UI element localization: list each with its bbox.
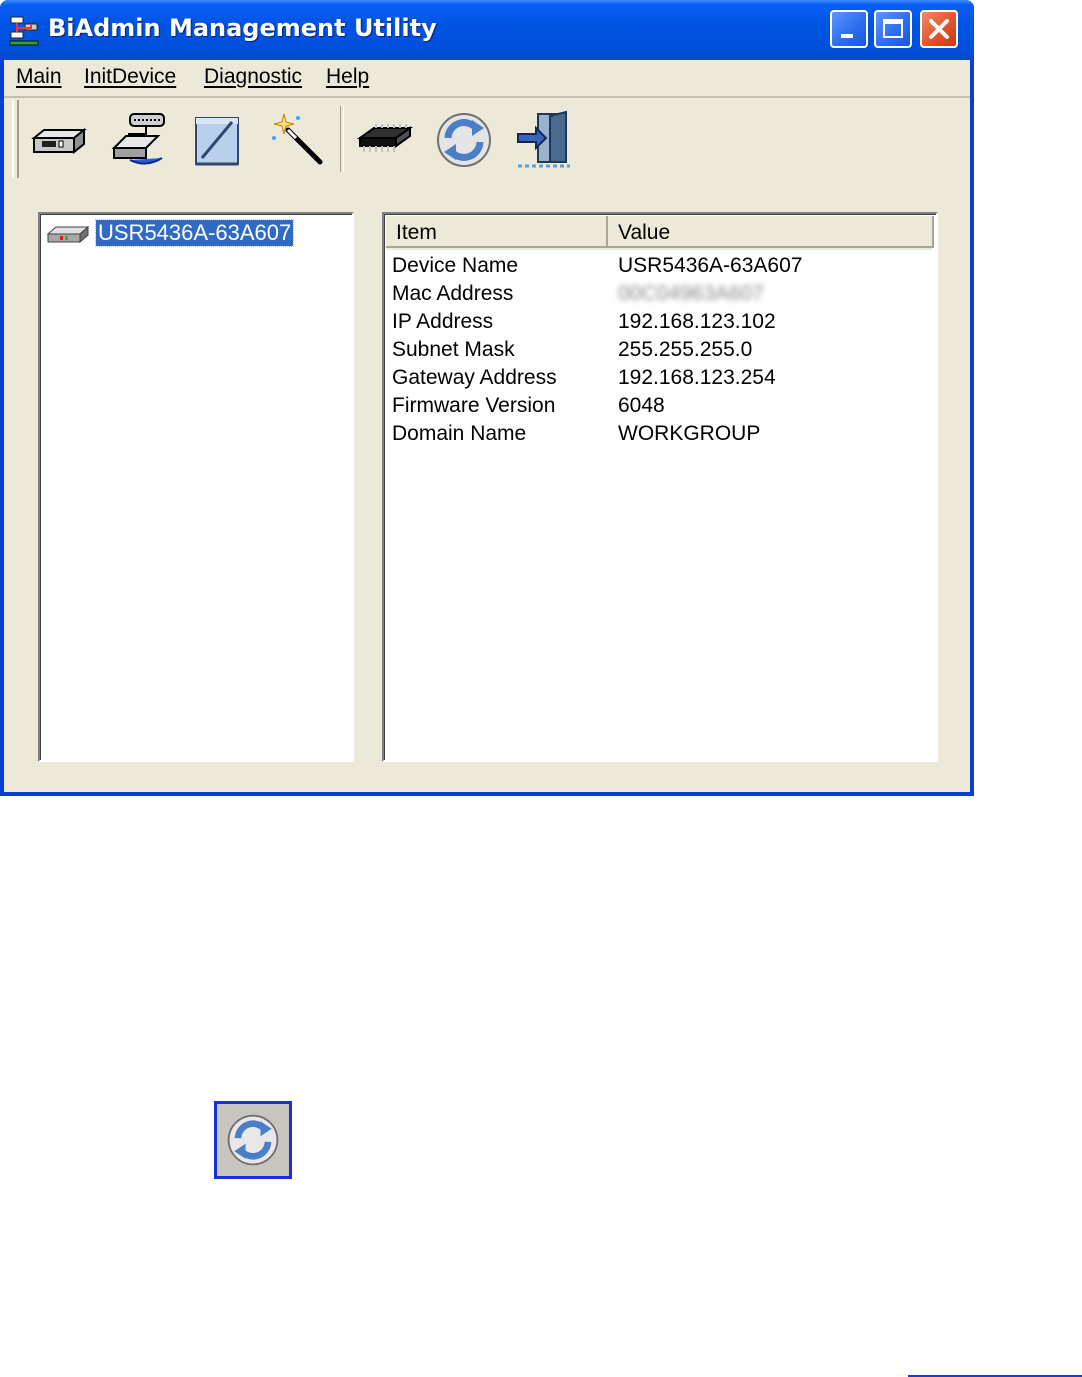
network-device-icon [111, 113, 165, 165]
menu-help[interactable]: Help [326, 65, 369, 89]
toolbar-firmware-button[interactable] [352, 108, 416, 172]
toolbar-wizard-button[interactable] [266, 108, 330, 172]
device-box-icon [31, 127, 87, 155]
row-item: Subnet Mask [392, 338, 515, 361]
toolbar-grip[interactable] [12, 100, 19, 178]
close-button[interactable] [920, 10, 958, 48]
network-app-icon [9, 16, 39, 46]
toolbar-refresh-button[interactable] [432, 108, 496, 172]
list-row-mac-address[interactable]: Mac Address 00C04963A607 [392, 280, 932, 308]
row-value: USR5436A-63A607 [618, 254, 803, 277]
device-details-list: Item Value Device Name USR5436A-63A607 M… [382, 212, 938, 762]
toolbar-network-device-button[interactable] [106, 108, 170, 172]
edit-pad-icon [195, 117, 239, 166]
list-rows: Device Name USR5436A-63A607 Mac Address … [392, 252, 932, 448]
toolbar-edit-button[interactable] [186, 108, 250, 172]
toolbar-device-button[interactable] [26, 108, 90, 172]
row-item: Domain Name [392, 422, 527, 445]
window-title: BiAdmin Management Utility [48, 14, 437, 42]
list-header: Item Value [386, 216, 934, 250]
row-value: 6048 [618, 394, 665, 417]
menu-initdevice[interactable]: InitDevice [84, 65, 176, 89]
list-row-ip-address[interactable]: IP Address 192.168.123.102 [392, 308, 932, 336]
row-value: 255.255.255.0 [618, 338, 753, 361]
magic-wand-icon [272, 113, 323, 165]
toolbar-separator [340, 106, 344, 172]
row-item: IP Address [392, 310, 494, 333]
minimize-icon [841, 34, 853, 38]
refresh-button-highlighted[interactable] [214, 1101, 292, 1179]
column-header-item[interactable]: Item [386, 216, 608, 248]
toolbar [12, 100, 962, 180]
exit-door-icon [517, 110, 570, 168]
maximize-button[interactable] [874, 10, 912, 48]
row-value: 192.168.123.102 [618, 310, 776, 333]
minimize-button[interactable] [830, 10, 868, 48]
row-item: Gateway Address [392, 366, 557, 389]
list-row-domain-name[interactable]: Domain Name WORKGROUP [392, 420, 932, 448]
row-item: Firmware Version [392, 394, 556, 417]
title-bar[interactable]: BiAdmin Management Utility [0, 0, 974, 60]
app-window: BiAdmin Management Utility Main InitDevi… [0, 0, 974, 796]
row-value-redacted: 00C04963A607 [618, 282, 764, 305]
device-icon [46, 225, 90, 244]
row-value: 192.168.123.254 [618, 366, 776, 389]
list-row-gateway-address[interactable]: Gateway Address 192.168.123.254 [392, 364, 932, 392]
tree-device-label: USR5436A-63A607 [94, 219, 295, 247]
close-icon [929, 19, 949, 39]
row-value: WORKGROUP [618, 422, 761, 445]
refresh-icon [437, 113, 491, 167]
memory-chip-icon [356, 124, 414, 152]
refresh-icon [227, 1114, 279, 1166]
list-row-subnet-mask[interactable]: Subnet Mask 255.255.255.0 [392, 336, 932, 364]
menu-main[interactable]: Main [16, 65, 62, 89]
menu-bar: Main InitDevice Diagnostic Help [4, 60, 970, 98]
device-tree[interactable]: USR5436A-63A607 [38, 212, 354, 762]
list-row-device-name[interactable]: Device Name USR5436A-63A607 [392, 252, 932, 280]
list-row-firmware-version[interactable]: Firmware Version 6048 [392, 392, 932, 420]
column-header-value[interactable]: Value [608, 216, 934, 248]
toolbar-exit-button[interactable] [512, 108, 576, 172]
menu-diagnostic[interactable]: Diagnostic [204, 65, 302, 89]
maximize-icon [883, 19, 903, 38]
row-item: Mac Address [392, 282, 514, 305]
row-item: Device Name [392, 254, 519, 277]
